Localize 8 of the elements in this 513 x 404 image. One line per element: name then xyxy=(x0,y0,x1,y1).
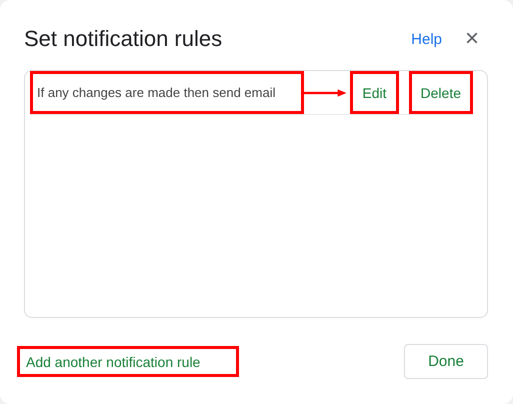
help-link[interactable]: Help xyxy=(411,30,442,48)
done-button[interactable]: Done xyxy=(404,344,488,379)
rule-text: If any changes are made then send email xyxy=(36,85,276,100)
delete-button[interactable]: Delete xyxy=(412,84,469,100)
dialog-title: Set notification rules xyxy=(24,26,224,52)
add-rule-link[interactable]: Add another notification rule xyxy=(20,354,236,370)
close-button[interactable]: × xyxy=(464,27,480,51)
edit-button[interactable]: Edit xyxy=(354,84,395,100)
